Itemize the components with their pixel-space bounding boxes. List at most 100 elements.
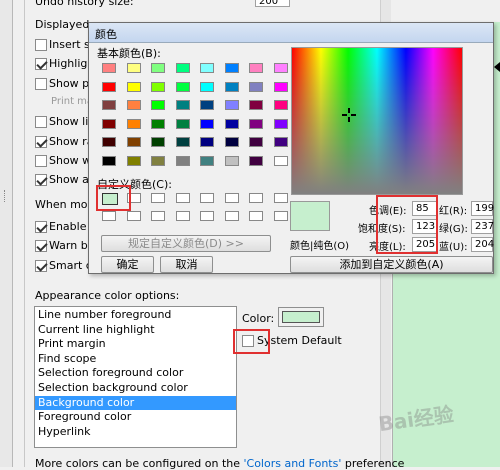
opt-checkbox-5[interactable] [35, 135, 47, 148]
colors-fonts-link[interactable]: 'Colors and Fonts' [244, 457, 342, 470]
color-button[interactable] [278, 307, 324, 327]
basic-color-swatch[interactable] [224, 81, 239, 92]
basic-color-swatch[interactable] [224, 118, 239, 129]
appearance-item[interactable]: Line number foreground [35, 308, 236, 323]
custom-color-swatch[interactable] [175, 211, 190, 221]
basic-color-swatch[interactable] [175, 81, 190, 92]
appearance-item[interactable]: Background color [35, 395, 236, 411]
basic-color-swatch[interactable] [151, 81, 165, 92]
basic-color-swatch[interactable] [224, 155, 239, 166]
basic-color-swatch[interactable] [126, 137, 141, 147]
custom-color-swatch[interactable] [175, 193, 190, 203]
custom-color-swatch[interactable] [151, 193, 165, 203]
custom-color-swatch[interactable] [224, 211, 239, 221]
basic-color-swatch[interactable] [175, 100, 190, 110]
basic-color-swatch[interactable] [224, 137, 239, 147]
basic-color-swatch[interactable] [175, 155, 190, 166]
basic-color-swatch[interactable] [224, 100, 239, 110]
basic-color-swatch[interactable] [200, 100, 214, 110]
appearance-item[interactable]: Foreground color [35, 410, 236, 425]
opt-checkbox-4[interactable] [35, 116, 47, 129]
basic-color-swatch[interactable] [273, 137, 288, 147]
ok-button[interactable]: 确定 [101, 256, 154, 273]
basic-color-swatch[interactable] [249, 155, 263, 166]
basic-color-swatch[interactable] [273, 63, 288, 73]
basic-color-swatch[interactable] [126, 100, 141, 110]
color-dialog: 颜色 基本颜色(B): 自定义颜色(C): 规定自定义颜色(D) >> 确定 取… [88, 22, 494, 274]
appearance-list[interactable]: Line number foreground Current line highl… [34, 306, 237, 448]
custom-color-swatch[interactable] [273, 193, 288, 203]
custom-color-swatch[interactable] [249, 211, 263, 221]
splitter-dots[interactable] [4, 190, 8, 202]
opt-checkbox-6[interactable] [35, 154, 47, 167]
mouse-checkbox-1[interactable] [35, 240, 47, 253]
custom-color-swatch[interactable] [249, 193, 263, 203]
basic-color-swatch[interactable] [102, 81, 116, 92]
basic-color-swatch[interactable] [273, 81, 288, 92]
crosshair-icon [342, 108, 356, 122]
appearance-item[interactable]: Current line highlight [35, 323, 236, 338]
basic-color-swatch[interactable] [200, 118, 214, 129]
basic-color-swatch[interactable] [249, 100, 263, 110]
define-custom-button[interactable]: 规定自定义颜色(D) >> [101, 235, 271, 252]
basic-color-swatch[interactable] [273, 155, 288, 166]
custom-color-swatch[interactable] [126, 211, 141, 221]
basic-color-swatch[interactable] [175, 137, 190, 147]
basic-color-swatch[interactable] [249, 63, 263, 73]
basic-color-swatch[interactable] [200, 137, 214, 147]
basic-color-swatch[interactable] [151, 100, 165, 110]
basic-color-swatch[interactable] [200, 81, 214, 92]
custom-color-swatch[interactable] [200, 193, 214, 203]
mouse-checkbox-2[interactable] [35, 259, 47, 272]
custom-color-swatch[interactable] [273, 211, 288, 221]
basic-color-swatch[interactable] [224, 63, 239, 73]
red-input[interactable]: 199 [471, 201, 494, 216]
opt-checkbox-0[interactable] [35, 39, 47, 51]
cancel-button[interactable]: 取消 [160, 256, 213, 273]
basic-color-swatch[interactable] [273, 118, 288, 129]
blue-input[interactable]: 204 [471, 237, 494, 252]
left-window-strip [0, 0, 13, 467]
appearance-item[interactable]: Find scope [35, 352, 236, 367]
green-input[interactable]: 237 [471, 219, 494, 234]
opt-checkbox-2[interactable] [35, 77, 47, 90]
basic-color-swatch[interactable] [126, 118, 141, 129]
basic-color-swatch[interactable] [249, 137, 263, 147]
basic-color-swatch[interactable] [273, 100, 288, 110]
color-spectrum[interactable] [291, 47, 463, 195]
appearance-item[interactable]: Selection foreground color [35, 366, 236, 381]
basic-color-swatch[interactable] [102, 100, 116, 110]
footer-note: More colors can be configured on the 'Co… [35, 457, 405, 470]
basic-color-swatch[interactable] [151, 137, 165, 147]
basic-color-swatch[interactable] [175, 118, 190, 129]
appearance-item[interactable]: Hyperlink [35, 425, 236, 440]
custom-color-swatch[interactable] [102, 211, 116, 221]
opt-checkbox-1[interactable] [35, 58, 47, 71]
appearance-item[interactable]: Selection background color [35, 381, 236, 396]
basic-color-swatch[interactable] [126, 155, 141, 166]
basic-color-swatch[interactable] [175, 63, 190, 73]
basic-color-swatch[interactable] [200, 63, 214, 73]
basic-color-swatch[interactable] [126, 63, 141, 73]
basic-color-swatch[interactable] [151, 118, 165, 129]
basic-color-swatch[interactable] [126, 81, 141, 92]
custom-color-swatch[interactable] [224, 193, 239, 203]
custom-color-swatch[interactable] [151, 211, 165, 221]
mouse-checkbox-0[interactable] [35, 221, 47, 233]
opt-checkbox-7[interactable] [35, 174, 47, 187]
basic-color-swatch[interactable] [151, 63, 165, 73]
basic-color-swatch[interactable] [102, 118, 116, 129]
basic-color-swatch[interactable] [200, 155, 214, 166]
custom-color-swatch[interactable] [200, 211, 214, 221]
blue-label: 蓝(U): [439, 242, 468, 253]
basic-color-swatch[interactable] [249, 81, 263, 92]
basic-color-swatch[interactable] [102, 63, 116, 73]
basic-color-swatch[interactable] [151, 155, 165, 166]
basic-color-swatch[interactable] [102, 155, 116, 166]
add-custom-button[interactable]: 添加到自定义颜色(A) [290, 256, 493, 273]
undo-history-input[interactable]: 200 [255, 0, 290, 7]
basic-color-swatch[interactable] [249, 118, 263, 129]
basic-color-swatch[interactable] [102, 137, 116, 147]
highlight-custom-color [96, 185, 131, 211]
appearance-item[interactable]: Print margin [35, 337, 236, 352]
